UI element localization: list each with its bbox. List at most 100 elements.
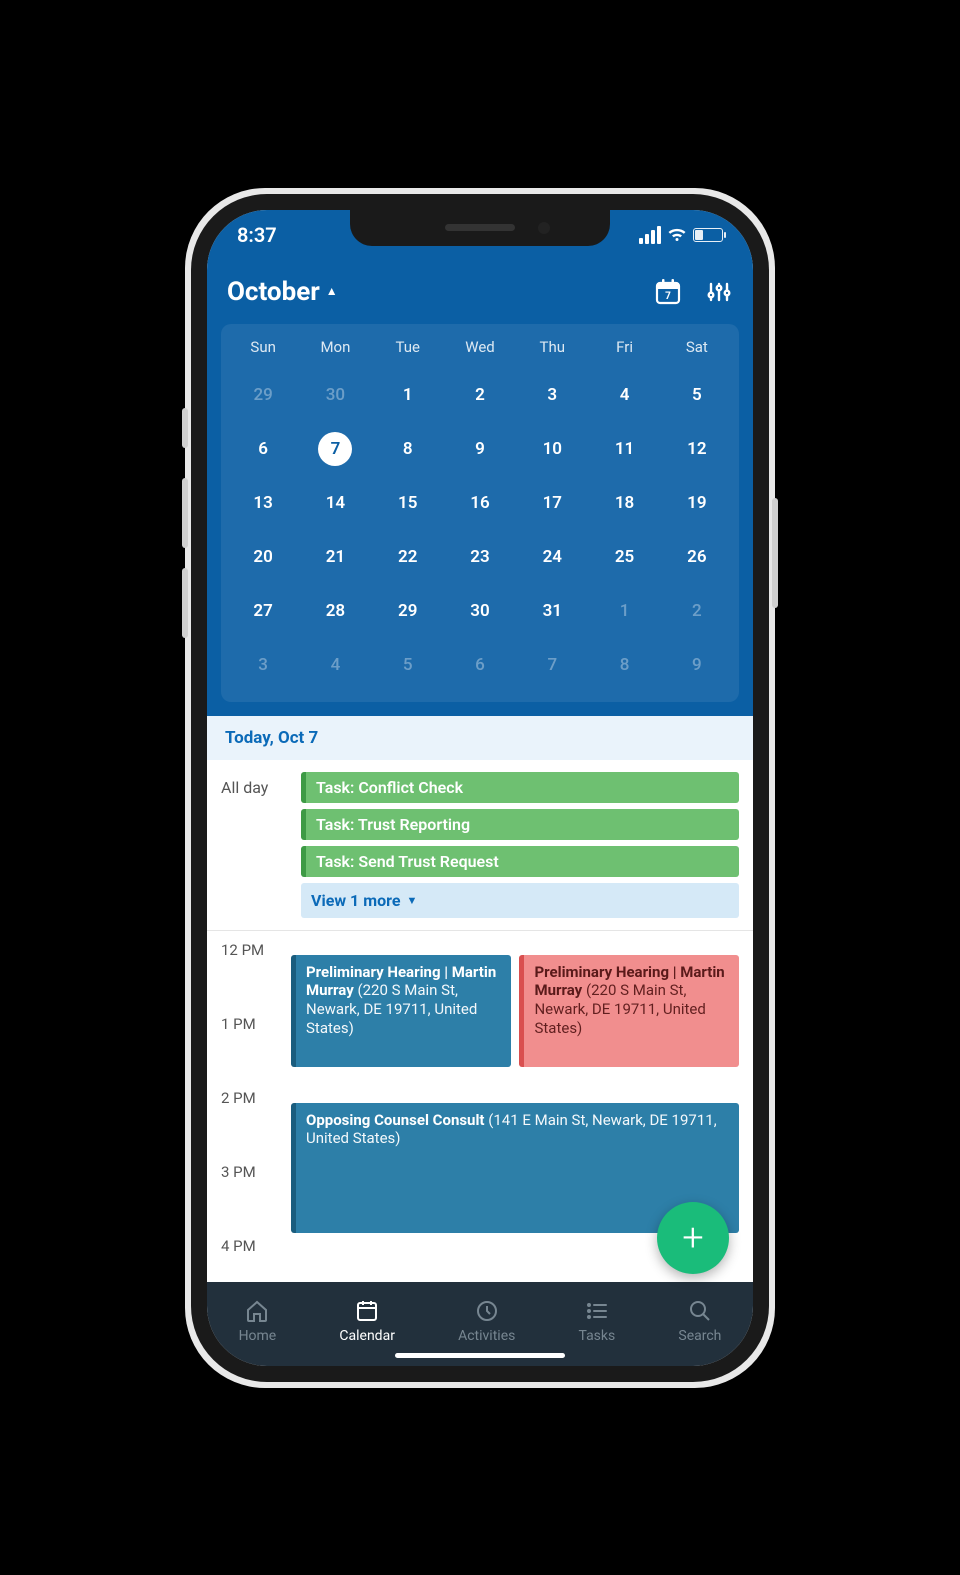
phone-bezel: 8:37 October ▲	[191, 194, 769, 1382]
hour-label: 3 PM	[221, 1163, 291, 1237]
weekday-row: Sun Mon Tue Wed Thu Fri Sat	[227, 338, 733, 368]
today-header: Today, Oct 7	[207, 716, 753, 760]
task-chip[interactable]: Task: Trust Reporting	[301, 809, 739, 840]
day-cell[interactable]: 9	[661, 638, 733, 692]
day-cell[interactable]: 10	[516, 422, 588, 476]
day-cell[interactable]: 18	[588, 476, 660, 530]
tab-label: Search	[678, 1328, 721, 1344]
day-cell[interactable]: 17	[516, 476, 588, 530]
cellular-signal-icon	[639, 226, 661, 244]
header-actions: 7	[653, 277, 733, 307]
tab-label: Tasks	[578, 1328, 615, 1344]
event-preliminary-hearing-1[interactable]: Preliminary Hearing | Martin Murray (220…	[291, 955, 511, 1067]
tab-calendar[interactable]: Calendar	[339, 1298, 395, 1344]
calendar-header-region: 8:37 October ▲	[207, 210, 753, 716]
add-event-fab[interactable]: +	[657, 1202, 729, 1274]
month-label: October	[227, 277, 320, 307]
day-cell[interactable]: 2	[444, 368, 516, 422]
tab-label: Home	[239, 1328, 277, 1344]
chevron-up-icon: ▲	[326, 284, 338, 298]
day-cell[interactable]: 21	[299, 530, 371, 584]
tab-activities[interactable]: Activities	[458, 1298, 515, 1344]
view-more-label: View 1 more	[311, 891, 400, 910]
day-cell[interactable]: 16	[444, 476, 516, 530]
day-cell[interactable]: 6	[227, 422, 299, 476]
month-calendar: Sun Mon Tue Wed Thu Fri Sat 293012345678…	[221, 324, 739, 702]
day-cell[interactable]: 23	[444, 530, 516, 584]
day-cell[interactable]: 9	[444, 422, 516, 476]
week-row: 3456789	[227, 638, 733, 692]
day-cell[interactable]: 19	[661, 476, 733, 530]
all-day-section: All day Task: Conflict Check Task: Trust…	[207, 760, 753, 931]
day-cell[interactable]: 2	[661, 584, 733, 638]
day-cell[interactable]: 12	[661, 422, 733, 476]
event-preliminary-hearing-2[interactable]: Preliminary Hearing | Martin Murray (220…	[519, 955, 739, 1067]
task-chip[interactable]: Task: Send Trust Request	[301, 846, 739, 877]
day-cell[interactable]: 1	[372, 368, 444, 422]
tab-home[interactable]: Home	[239, 1298, 277, 1344]
week-row: 20212223242526	[227, 530, 733, 584]
day-cell[interactable]: 27	[227, 584, 299, 638]
day-cell[interactable]: 8	[372, 422, 444, 476]
month-picker[interactable]: October ▲	[227, 277, 338, 307]
day-cell[interactable]: 1	[588, 584, 660, 638]
day-cell[interactable]: 28	[299, 584, 371, 638]
day-cell[interactable]: 22	[372, 530, 444, 584]
speaker-grille	[445, 224, 515, 231]
day-cell[interactable]: 6	[444, 638, 516, 692]
day-cell[interactable]: 29	[227, 368, 299, 422]
all-day-label: All day	[221, 772, 291, 918]
plus-icon: +	[682, 1216, 703, 1260]
tab-tasks[interactable]: Tasks	[578, 1298, 615, 1344]
day-cell[interactable]: 30	[299, 368, 371, 422]
weekday: Fri	[588, 338, 660, 368]
view-more-button[interactable]: View 1 more ▼	[301, 883, 739, 918]
front-camera	[538, 222, 550, 234]
wifi-icon	[667, 227, 687, 243]
status-time: 8:37	[237, 223, 277, 247]
day-cell[interactable]: 14	[299, 476, 371, 530]
task-chip[interactable]: Task: Conflict Check	[301, 772, 739, 803]
battery-icon	[693, 228, 723, 242]
tab-label: Calendar	[339, 1328, 395, 1344]
day-cell[interactable]: 4	[588, 368, 660, 422]
day-cell[interactable]: 29	[372, 584, 444, 638]
weekday: Sat	[661, 338, 733, 368]
week-row: 6789101112	[227, 422, 733, 476]
day-cell[interactable]: 26	[661, 530, 733, 584]
volume-down-button	[182, 568, 188, 638]
home-indicator[interactable]	[395, 1353, 565, 1358]
chevron-down-icon: ▼	[406, 894, 417, 907]
day-cell[interactable]: 5	[661, 368, 733, 422]
day-cell[interactable]: 11	[588, 422, 660, 476]
day-cell[interactable]: 4	[299, 638, 371, 692]
day-cell[interactable]: 24	[516, 530, 588, 584]
event-title: Opposing Counsel Consult	[306, 1111, 485, 1129]
weekday: Tue	[372, 338, 444, 368]
day-cell[interactable]: 3	[516, 368, 588, 422]
day-cell[interactable]: 31	[516, 584, 588, 638]
day-cell[interactable]: 20	[227, 530, 299, 584]
notch	[350, 210, 610, 246]
volume-up-button	[182, 478, 188, 548]
mute-switch	[182, 408, 188, 448]
month-header: October ▲ 7	[207, 260, 753, 324]
day-cell[interactable]: 8	[588, 638, 660, 692]
week-row: 272829303112	[227, 584, 733, 638]
day-cell[interactable]: 30	[444, 584, 516, 638]
day-cell[interactable]: 3	[227, 638, 299, 692]
day-cell[interactable]: 5	[372, 638, 444, 692]
day-cell[interactable]: 15	[372, 476, 444, 530]
today-button[interactable]: 7	[653, 277, 683, 307]
power-button	[772, 498, 778, 608]
tab-search[interactable]: Search	[678, 1298, 721, 1344]
filter-button[interactable]	[705, 278, 733, 306]
all-day-events: Task: Conflict Check Task: Trust Reporti…	[301, 772, 739, 918]
weekday: Wed	[444, 338, 516, 368]
svg-text:7: 7	[665, 291, 671, 302]
day-cell[interactable]: 7	[299, 422, 371, 476]
day-cell[interactable]: 25	[588, 530, 660, 584]
day-cell[interactable]: 13	[227, 476, 299, 530]
day-cell[interactable]: 7	[516, 638, 588, 692]
week-row: 13141516171819	[227, 476, 733, 530]
